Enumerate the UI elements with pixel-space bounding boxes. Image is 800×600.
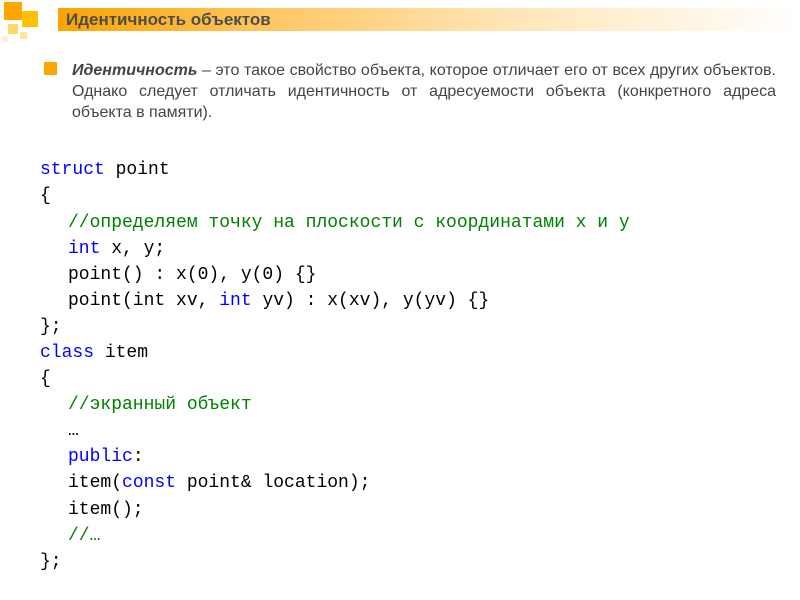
- slide-content: Идентичность – это такое свойство объект…: [44, 60, 776, 575]
- definition-term: Идентичность: [72, 62, 197, 79]
- slide-header: Идентичность объектов: [58, 8, 800, 31]
- bullet-icon: [44, 62, 57, 75]
- slide-logo: [0, 0, 58, 46]
- definition-bullet: Идентичность – это такое свойство объект…: [44, 60, 776, 123]
- definition-text: Идентичность – это такое свойство объект…: [72, 60, 776, 123]
- code-block: struct point { //определяем точку на пло…: [40, 157, 776, 575]
- slide-title: Идентичность объектов: [58, 10, 271, 30]
